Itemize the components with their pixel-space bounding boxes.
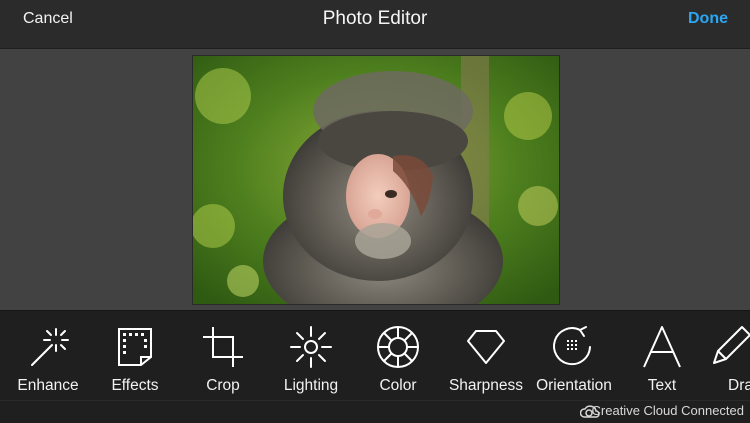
tool-label: Text [647,377,677,394]
tool-draw[interactable]: Dra [706,311,750,401]
magic-wand-icon [31,328,69,366]
letter-a-icon [643,326,681,368]
canvas-area [0,49,750,310]
done-button[interactable]: Done [688,10,728,28]
tool-orientation[interactable]: Orientation [530,311,618,401]
tool-crop[interactable]: Crop [179,311,267,401]
photo-preview[interactable] [192,55,560,305]
pencil-icon [713,326,750,364]
rotate-icon [553,326,591,366]
top-bar: Cancel Photo Editor Done [0,0,750,49]
tool-bar: Enhance Effects Crop Lighting Color Shar… [0,310,750,401]
tool-lighting[interactable]: Lighting [267,311,355,401]
tool-text[interactable]: Text [618,311,706,401]
tool-color[interactable]: Color [354,311,442,401]
photo-image [193,56,559,304]
cancel-button[interactable]: Cancel [23,10,73,28]
sun-icon [290,326,332,368]
tool-sharpness[interactable]: Sharpness [442,311,530,401]
page-title: Photo Editor [322,8,428,29]
diamond-icon [467,330,505,364]
creative-cloud-status: Creative Cloud Connected [591,403,744,418]
film-frame-icon [118,328,152,366]
status-bar: Creative Cloud Connected [0,400,750,423]
tool-enhance[interactable]: Enhance [4,311,92,401]
color-wheel-icon [377,326,419,368]
tool-label: Dra [728,377,750,394]
crop-icon [203,327,243,367]
tool-effects[interactable]: Effects [91,311,179,401]
